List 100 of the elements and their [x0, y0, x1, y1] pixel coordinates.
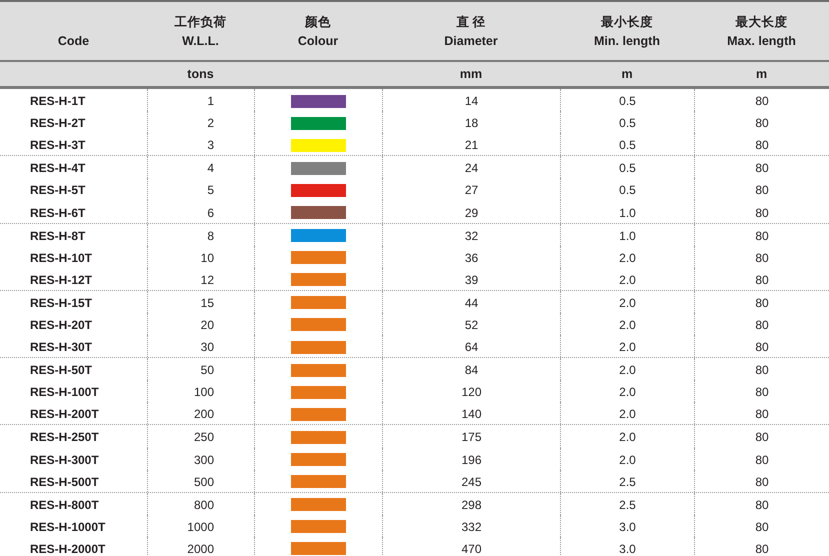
- column-header: 最大长度: [736, 14, 788, 31]
- wll-cell: 15: [200, 296, 214, 310]
- min-length-cell: 0.5: [619, 94, 636, 108]
- wll-cell: 200: [194, 407, 214, 422]
- wll-cell: 10: [200, 250, 214, 265]
- code-cell: RES-H-250T: [30, 430, 99, 444]
- min-length-cell: 2.0: [619, 407, 636, 422]
- unit-label: mm: [460, 67, 482, 81]
- max-length-cell: 80: [755, 498, 769, 512]
- wll-cell: 50: [200, 363, 214, 378]
- column-header: 最小长度: [601, 14, 653, 31]
- max-length-cell: 80: [755, 272, 769, 287]
- wll-cell: 8: [207, 228, 214, 243]
- min-length-cell: 2.0: [619, 250, 636, 265]
- wll-cell: 6: [207, 206, 214, 220]
- code-cell: RES-H-6T: [30, 206, 86, 220]
- code-cell: RES-H-2T: [30, 116, 86, 130]
- max-length-cell: 80: [755, 318, 769, 332]
- diameter-cell: 175: [461, 430, 482, 444]
- diameter-cell: 332: [461, 520, 482, 534]
- wll-cell: 300: [194, 452, 214, 467]
- wll-cell: 20: [200, 318, 214, 332]
- code-cell: RES-H-12T: [30, 272, 92, 287]
- max-length-cell: 80: [755, 363, 769, 378]
- code-cell: RES-H-50T: [30, 363, 92, 378]
- min-length-cell: 1.0: [619, 228, 636, 243]
- max-length-cell: 80: [755, 407, 769, 422]
- diameter-cell: 196: [461, 452, 482, 467]
- wll-cell: 2: [207, 116, 214, 130]
- column-header: Colour: [298, 33, 338, 50]
- wll-cell: 12: [200, 272, 214, 287]
- code-cell: RES-H-300T: [30, 452, 99, 467]
- diameter-cell: 245: [461, 474, 482, 489]
- max-length-cell: 80: [755, 340, 769, 354]
- column-header: Max. length: [727, 33, 796, 50]
- min-length-cell: 2.0: [619, 385, 636, 400]
- diameter-cell: 27: [464, 183, 478, 198]
- code-cell: RES-H-100T: [30, 385, 99, 400]
- code-cell: RES-H-1T: [30, 94, 86, 108]
- max-length-cell: 80: [755, 385, 769, 400]
- wll-cell: 800: [194, 498, 214, 512]
- diameter-cell: 14: [464, 94, 478, 108]
- max-length-cell: 80: [755, 542, 769, 556]
- max-length-cell: 80: [755, 94, 769, 108]
- min-length-cell: 2.0: [619, 452, 636, 467]
- code-cell: RES-H-200T: [30, 407, 99, 422]
- diameter-cell: 298: [461, 498, 482, 512]
- min-length-cell: 2.0: [619, 430, 636, 444]
- min-length-cell: 1.0: [619, 206, 636, 220]
- min-length-cell: 2.0: [619, 363, 636, 378]
- wll-cell: 100: [194, 385, 214, 400]
- unit-label: m: [756, 67, 768, 81]
- wll-cell: 4: [207, 161, 214, 176]
- max-length-cell: 80: [755, 520, 769, 534]
- max-length-cell: 80: [755, 138, 769, 152]
- column-header: 直 径: [456, 14, 486, 31]
- code-cell: RES-H-500T: [30, 474, 99, 489]
- diameter-cell: 21: [464, 138, 478, 152]
- code-cell: RES-H-10T: [30, 250, 92, 265]
- code-cell: RES-H-30T: [30, 340, 92, 354]
- min-length-cell: 2.0: [619, 340, 636, 354]
- code-cell: RES-H-3T: [30, 138, 86, 152]
- column-header: 工作负荷: [174, 14, 226, 31]
- max-length-cell: 80: [755, 474, 769, 489]
- wll-cell: 5: [207, 183, 214, 198]
- min-length-cell: 2.5: [619, 474, 636, 489]
- max-length-cell: 80: [755, 206, 769, 220]
- min-length-cell: 0.5: [619, 161, 636, 176]
- min-length-cell: 2.0: [619, 272, 636, 287]
- max-length-cell: 80: [755, 116, 769, 130]
- column-header: W.L.L.: [182, 33, 219, 50]
- diameter-cell: 24: [464, 161, 478, 176]
- min-length-cell: 2.0: [619, 318, 636, 332]
- diameter-cell: 120: [461, 385, 482, 400]
- code-cell: RES-H-4T: [30, 161, 86, 176]
- code-cell: RES-H-20T: [30, 318, 92, 332]
- min-length-cell: 0.5: [619, 183, 636, 198]
- code-cell: RES-H-15T: [30, 296, 92, 310]
- column-header: Code: [58, 33, 90, 50]
- wll-cell: 3: [207, 138, 214, 152]
- max-length-cell: 80: [755, 452, 769, 467]
- diameter-cell: 84: [464, 363, 478, 378]
- diameter-cell: 52: [464, 318, 478, 332]
- wll-cell: 1000: [187, 520, 214, 534]
- diameter-cell: 29: [464, 206, 478, 220]
- diameter-cell: 140: [461, 407, 482, 422]
- diameter-cell: 32: [464, 228, 478, 243]
- max-length-cell: 80: [755, 183, 769, 198]
- wll-cell: 1: [207, 94, 214, 108]
- wll-cell: 2000: [187, 542, 214, 556]
- max-length-cell: 80: [755, 250, 769, 265]
- diameter-cell: 44: [464, 296, 478, 310]
- code-cell: RES-H-1000T: [30, 520, 106, 534]
- unit-label: tons: [187, 67, 214, 81]
- max-length-cell: 80: [755, 296, 769, 310]
- diameter-cell: 36: [464, 250, 478, 265]
- min-length-cell: 0.5: [619, 138, 636, 152]
- diameter-cell: 39: [464, 272, 478, 287]
- code-cell: RES-H-8T: [30, 228, 86, 243]
- min-length-cell: 2.0: [619, 296, 636, 310]
